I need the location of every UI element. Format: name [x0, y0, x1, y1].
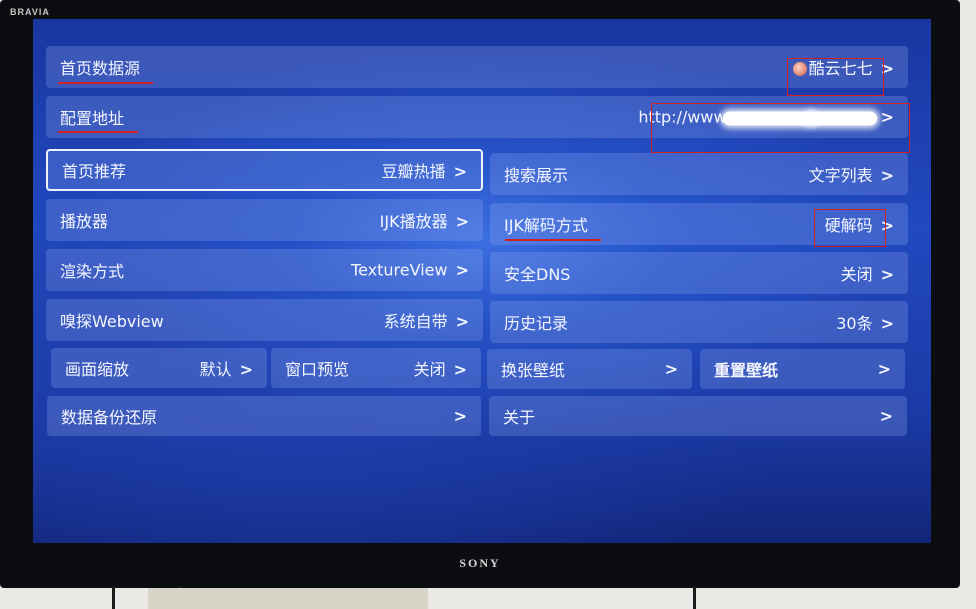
setting-value: > [870, 360, 891, 379]
setting-window-preview[interactable]: 窗口预览 关闭 > [271, 348, 481, 388]
chevron-right-icon: > [453, 360, 467, 379]
setting-label: 嗅探Webview [60, 312, 164, 331]
setting-home-source[interactable]: 首页数据源 酷云七七 > [46, 46, 908, 88]
tv-cable [112, 586, 115, 609]
chevron-right-icon: > [880, 166, 894, 185]
annotation-underline [505, 239, 601, 241]
setting-player[interactable]: 播放器 IJK播放器 > [46, 199, 483, 241]
setting-value: 关闭 > [413, 360, 467, 379]
setting-safe-dns[interactable]: 安全DNS 关闭 > [490, 252, 908, 294]
setting-label: 搜索展示 [504, 166, 569, 185]
chevron-right-icon: > [455, 212, 469, 231]
setting-label: 配置地址 [60, 109, 125, 128]
tv-stand [148, 588, 428, 609]
setting-about[interactable]: 关于 > [489, 396, 907, 436]
chevron-right-icon: > [453, 162, 467, 181]
setting-label: 首页推荐 [62, 162, 127, 181]
setting-value: > [872, 407, 893, 426]
tv-frame: BRAVIA 首页数据源 酷云七七 > 配置地址 http://www > 首页推荐… [0, 0, 960, 588]
chevron-right-icon: > [664, 359, 678, 379]
chevron-right-icon: > [880, 265, 894, 284]
setting-value: 30条 > [836, 314, 894, 333]
chevron-right-icon: > [877, 359, 891, 379]
setting-label: IJK解码方式 [504, 216, 588, 235]
setting-value: 豆瓣热播 > [381, 162, 467, 181]
setting-value: 文字列表 > [808, 166, 894, 185]
chevron-right-icon: > [455, 312, 469, 331]
setting-search-display[interactable]: 搜索展示 文字列表 > [490, 153, 908, 195]
setting-value: IJK播放器 > [379, 212, 469, 231]
setting-render-mode[interactable]: 渲染方式 TextureView > [46, 249, 483, 291]
setting-label: 画面缩放 [65, 360, 130, 379]
chevron-right-icon: > [455, 260, 469, 280]
bravia-logo: BRAVIA [10, 7, 50, 17]
annotation-underline [58, 82, 153, 84]
setting-sniff-webview[interactable]: 嗅探Webview 系统自带 > [46, 299, 483, 341]
setting-value: > [657, 360, 678, 379]
tv-cable [693, 586, 696, 609]
chevron-right-icon: > [879, 406, 893, 426]
annotation-box [814, 209, 886, 247]
annotation-box [787, 58, 884, 96]
setting-value: 系统自带 > [383, 312, 469, 331]
setting-home-recommend[interactable]: 首页推荐 豆瓣热播 > [46, 149, 483, 191]
setting-label: 历史记录 [504, 314, 569, 333]
setting-backup-restore[interactable]: 数据备份还原 > [47, 396, 481, 436]
sony-logo: SONY [459, 556, 501, 570]
setting-screen-scale[interactable]: 画面缩放 默认 > [51, 348, 267, 388]
setting-value: TextureView > [351, 260, 469, 280]
setting-label: 数据备份还原 [61, 408, 158, 427]
setting-label: 渲染方式 [60, 262, 125, 281]
setting-value: 默认 > [199, 360, 253, 379]
annotation-box [651, 103, 910, 153]
setting-change-wallpaper[interactable]: 换张壁纸 > [487, 349, 692, 389]
setting-label: 换张壁纸 [501, 361, 566, 380]
setting-value: > [446, 407, 467, 426]
setting-label: 关于 [503, 408, 536, 427]
setting-label: 窗口预览 [285, 360, 350, 379]
annotation-underline [58, 131, 138, 133]
setting-label: 播放器 [60, 212, 109, 231]
setting-value: 关闭 > [840, 265, 894, 284]
setting-label: 安全DNS [504, 265, 571, 284]
chevron-right-icon: > [239, 360, 253, 379]
setting-history[interactable]: 历史记录 30条 > [490, 301, 908, 343]
setting-label: 重置壁纸 [714, 361, 779, 380]
chevron-right-icon: > [880, 314, 894, 333]
setting-label: 首页数据源 [60, 59, 141, 78]
chevron-right-icon: > [453, 406, 467, 426]
setting-reset-wallpaper[interactable]: 重置壁纸 > [700, 349, 905, 389]
settings-screen: 首页数据源 酷云七七 > 配置地址 http://www > 首页推荐 豆瓣热播 > … [33, 19, 931, 543]
